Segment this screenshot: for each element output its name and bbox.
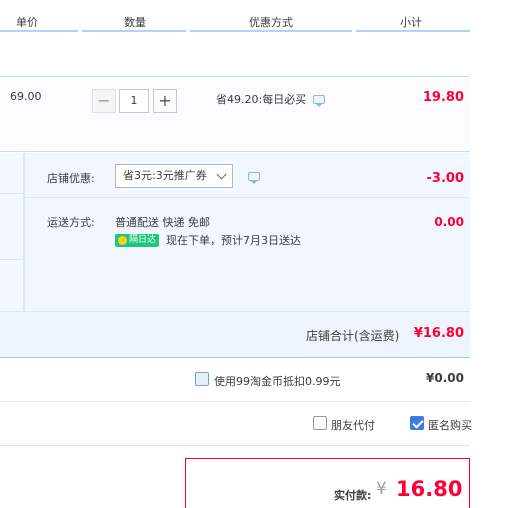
header-underline bbox=[0, 30, 78, 32]
anonymous-purchase-checkbox[interactable] bbox=[410, 416, 424, 430]
shop-total-label: 店铺合计(含运费) bbox=[306, 329, 400, 343]
col-header-unit-price: 单价 bbox=[16, 16, 38, 29]
lightning-icon bbox=[118, 236, 127, 245]
shop-total-value: ¥16.80 bbox=[413, 326, 464, 341]
order-table-header: 单价 数量 优惠方式 小计 bbox=[0, 0, 470, 33]
header-underline bbox=[356, 30, 470, 32]
quantity-input[interactable]: 1 bbox=[119, 89, 149, 113]
shop-divider bbox=[24, 197, 470, 198]
item-subtotal: 19.80 bbox=[422, 90, 464, 105]
header-underline bbox=[190, 30, 352, 32]
increase-quantity-button[interactable]: + bbox=[153, 89, 177, 113]
payment-summary-box: 实付款: ¥ 16.80 bbox=[185, 458, 470, 508]
next-day-badge: 隔日达 bbox=[115, 234, 160, 247]
shipping-method: 普通配送 快递 免邮 bbox=[115, 216, 210, 229]
shipping-label: 运送方式: bbox=[47, 216, 95, 229]
friend-pay-checkbox[interactable] bbox=[313, 416, 327, 430]
shop-left-strip bbox=[0, 153, 24, 311]
taobao-coin-row: 使用99淘金币抵扣0.99元 ¥0.00 bbox=[0, 358, 470, 402]
delivery-estimate: 现在下单，预计7月3日送达 bbox=[166, 234, 301, 247]
friend-pay-label: 朋友代付 bbox=[331, 419, 375, 432]
shop-discount-value: -3.00 bbox=[426, 171, 464, 186]
col-header-promo: 优惠方式 bbox=[249, 16, 293, 29]
chevron-down-icon bbox=[216, 169, 227, 180]
decrease-quantity-button[interactable]: − bbox=[92, 89, 116, 113]
header-underline bbox=[82, 30, 186, 32]
shop-discount-label: 店铺优惠: bbox=[47, 172, 95, 185]
promo-info-icon[interactable] bbox=[313, 95, 325, 107]
shop-total-row: 店铺合计(含运费) ¥16.80 bbox=[0, 311, 470, 358]
coins-deduction-value: ¥0.00 bbox=[426, 371, 464, 385]
shipping-fee: 0.00 bbox=[434, 215, 464, 229]
shop-summary-block: 店铺优惠: 省3元:3元推广券 -3.00 运送方式: 普通配送 快递 免邮 0… bbox=[0, 153, 470, 358]
payment-amount: 16.80 bbox=[396, 477, 463, 501]
next-day-badge-text: 隔日达 bbox=[129, 235, 157, 245]
use-coins-label: 使用99淘金币抵扣0.99元 bbox=[214, 375, 341, 388]
col-header-quantity: 数量 bbox=[124, 16, 146, 29]
item-promo-text: 省49.20:每日必买 bbox=[216, 93, 307, 106]
shop-discount-selected: 省3元:3元推广券 bbox=[123, 169, 207, 182]
payment-label: 实付款: bbox=[334, 489, 372, 502]
col-header-subtotal: 小计 bbox=[400, 16, 422, 29]
anonymous-purchase-label: 匿名购买 bbox=[428, 419, 472, 432]
unit-price: 69.00 bbox=[10, 90, 42, 103]
payment-currency: ¥ bbox=[376, 479, 387, 499]
shop-discount-select[interactable]: 省3元:3元推广券 bbox=[115, 164, 233, 188]
order-item-row: 69.00 − 1 + 省49.20:每日必买 19.80 bbox=[0, 76, 470, 152]
discount-info-icon[interactable] bbox=[248, 172, 260, 184]
checkout-options-row: 朋友代付 匿名购买 bbox=[0, 402, 472, 446]
use-coins-checkbox[interactable] bbox=[195, 372, 209, 386]
